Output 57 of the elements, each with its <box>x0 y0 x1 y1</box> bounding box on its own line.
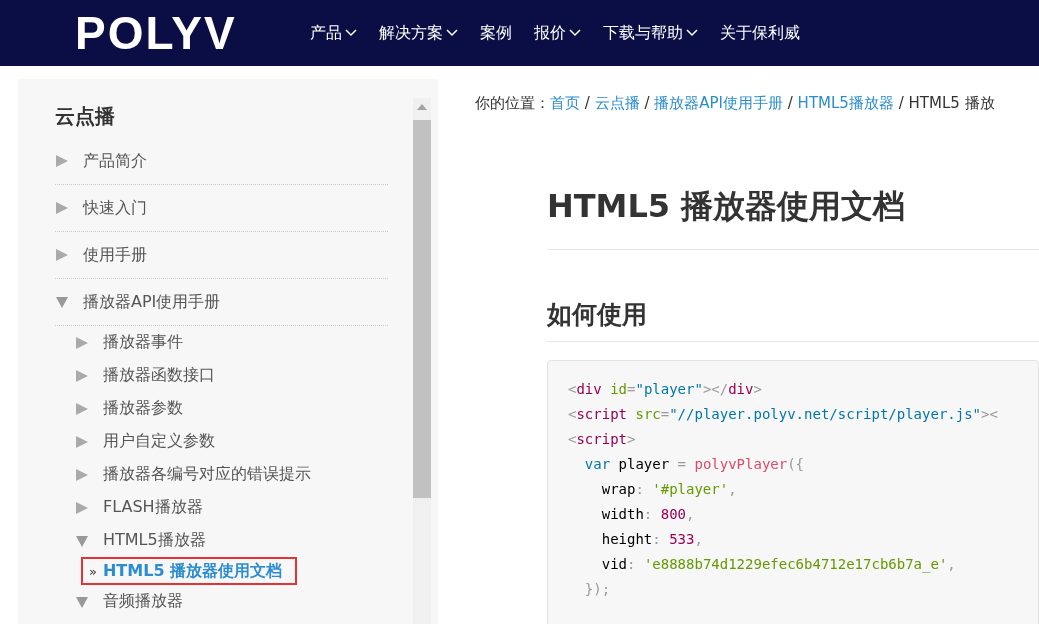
breadcrumb-separator: / <box>786 94 794 112</box>
sidebar-item[interactable]: 音频播放器 <box>103 591 183 612</box>
collapsed-triangle-icon <box>75 500 89 515</box>
sidebar-title: 云点播 <box>55 103 115 130</box>
expanded-triangle-icon <box>75 533 89 548</box>
code-line: var player = polyvPlayer({ <box>583 455 806 474</box>
sidebar-item[interactable]: 播放器参数 <box>103 398 183 419</box>
breadcrumb-link[interactable]: HTML5播放器 <box>797 94 894 112</box>
sidebar-item[interactable]: 产品简介 <box>83 150 147 172</box>
collapsed-triangle-icon <box>55 201 69 215</box>
nav-item[interactable]: 下载与帮助 <box>591 22 709 44</box>
sidebar-item[interactable]: 播放器函数接口 <box>103 365 215 386</box>
sidebar-item[interactable]: 播放器事件 <box>103 332 183 353</box>
code-line: width: 800, <box>600 505 696 524</box>
sidebar-item[interactable]: 快速入门 <box>83 197 147 219</box>
page-title: HTML5 播放器使用文档 <box>547 185 1039 250</box>
collapsed-triangle-icon <box>75 434 89 449</box>
sidebar-item[interactable]: 使用手册 <box>83 244 147 266</box>
nav-item[interactable]: 关于保利威 <box>708 22 811 44</box>
nav-item[interactable]: 产品 <box>298 22 368 44</box>
sidebar-item[interactable]: 用户自定义参数 <box>103 431 215 452</box>
breadcrumb-prefix: 你的位置： <box>475 94 550 112</box>
code-line: }); <box>583 580 612 599</box>
logo[interactable]: POLYV <box>75 10 237 56</box>
breadcrumb-link[interactable]: 播放器API使用手册 <box>654 94 783 112</box>
breadcrumb-link[interactable]: 云点播 <box>594 94 640 112</box>
code-line: <script> <box>568 430 637 449</box>
code-line: vid: 'e8888b74d1229efec6b4712e17cb6b7a_e', <box>600 555 957 575</box>
collapsed-triangle-icon <box>75 335 89 350</box>
sidebar-item[interactable]: 播放器各编号对应的错误提示 <box>103 464 311 485</box>
nav-item[interactable]: 报价 <box>522 22 592 44</box>
double-chevron-text: » <box>89 563 97 579</box>
code-line: <script src="//player.polyv.net/script/player.js">< <box>568 405 999 424</box>
expanded-triangle-icon <box>55 295 69 309</box>
breadcrumb-separator: / <box>583 94 591 112</box>
collapsed-triangle-icon <box>55 248 69 262</box>
expanded-triangle-icon <box>75 594 89 609</box>
sidebar-item[interactable]: HTML5播放器 <box>103 530 206 551</box>
breadcrumb-current: HTML5 播放 <box>908 94 995 112</box>
collapsed-triangle-icon <box>55 154 69 168</box>
collapsed-triangle-icon <box>75 401 89 416</box>
breadcrumb-link[interactable]: 首页 <box>550 94 580 112</box>
scroll-up-icon[interactable] <box>417 104 427 110</box>
sidebar-item[interactable]: 播放器API使用手册 <box>83 291 221 313</box>
nav-item[interactable]: 解决方案 <box>367 22 469 44</box>
scrollbar[interactable] <box>413 98 431 624</box>
code-line: <div id="player"></div> <box>568 380 763 399</box>
code-line: height: 533, <box>600 530 704 549</box>
sidebar-item[interactable]: FLASH播放器 <box>103 497 203 518</box>
collapsed-triangle-icon <box>75 368 89 383</box>
breadcrumb-separator: / <box>643 94 651 112</box>
code-line: wrap: '#player', <box>600 480 738 499</box>
scrollbar-thumb[interactable] <box>413 120 431 498</box>
breadcrumb-separator: / <box>897 94 905 112</box>
nav-item[interactable]: 案例 <box>468 22 523 44</box>
collapsed-triangle-icon <box>75 467 89 482</box>
section-heading: 如何使用 <box>547 298 1039 342</box>
